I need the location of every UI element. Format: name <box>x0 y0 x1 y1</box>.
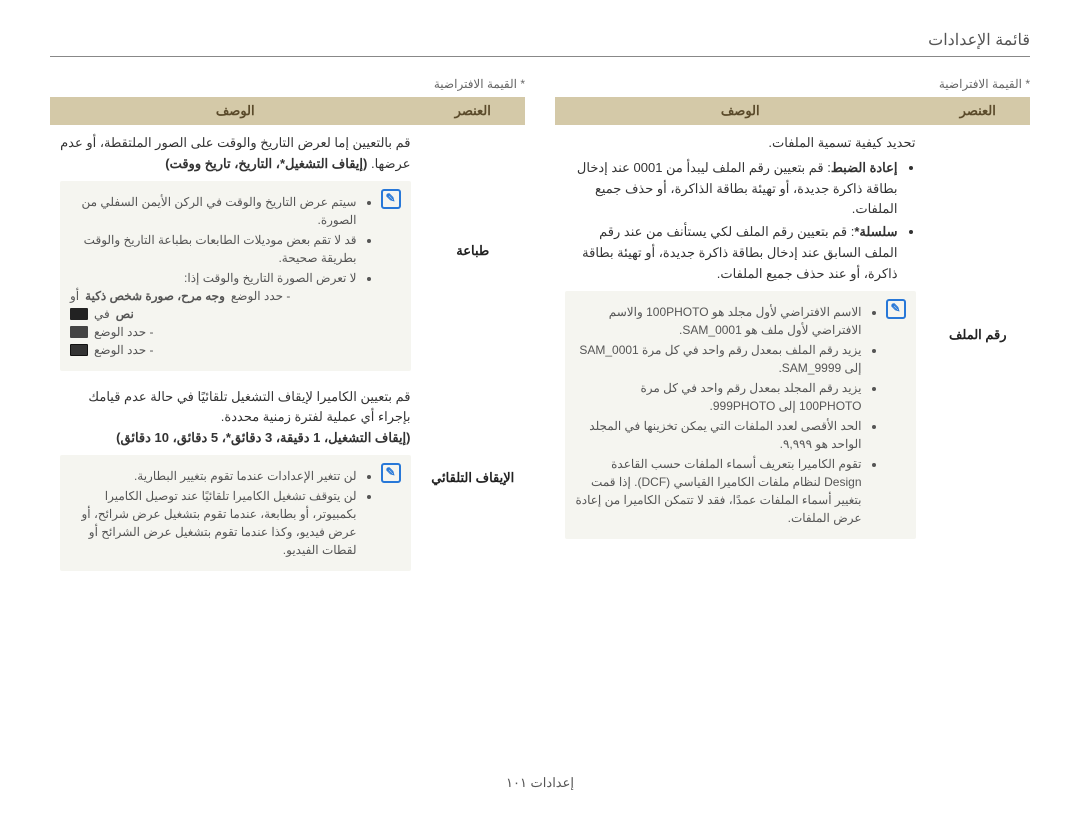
right-column: * القيمة الافتراضية العنصر الوصف رقم الم… <box>555 77 1030 579</box>
left-column: * القيمة الافتراضية العنصر الوصف طباعة ق… <box>50 77 525 579</box>
note-box: ✎ لن تتغير الإعدادات عندما تقوم بتغيير ا… <box>60 455 411 571</box>
note-item: الاسم الافتراضي لأول مجلد هو 100PHOTO وا… <box>575 303 862 339</box>
page-footer: إعدادات ١٠١ <box>0 775 1080 791</box>
note-item: الحد الأقصى لعدد الملفات التي يمكن تخزين… <box>575 417 862 453</box>
sub1-suffix: أو <box>70 287 79 305</box>
list-item: إعادة الضبط: قم بتعيين رقم الملف ليبدأ م… <box>565 158 898 220</box>
sub2-suffix: في <box>94 305 110 323</box>
mode-icon <box>70 344 88 356</box>
note-item: تقوم الكاميرا بتعريف أسماء الملفات حسب ا… <box>575 455 862 527</box>
default-value-label: * القيمة الافتراضية <box>555 77 1030 91</box>
info-icon: ✎ <box>886 299 906 319</box>
note-item: سيتم عرض التاريخ والوقت في الركن الأيمن … <box>70 193 357 229</box>
settings-table-left: العنصر الوصف طباعة قم بالتعيين إما لعرض … <box>50 97 525 579</box>
item-print: طباعة <box>421 125 526 379</box>
sub-line: - حدد الوضع وجه مرح، صورة شخص ذكية أو <box>70 287 357 305</box>
note-item: يزيد رقم الملف بمعدل رقم واحد في كل مرة … <box>575 341 862 377</box>
option-series-bold: سلسلة* <box>854 224 897 239</box>
note-text: لن تتغير الإعدادات عندما تقوم بتغيير الب… <box>70 463 373 563</box>
page-title: قائمة الإعدادات <box>50 30 1030 57</box>
sub-line: - حدد الوضع <box>70 323 357 341</box>
table-row: طباعة قم بالتعيين إما لعرض التاريخ والوق… <box>50 125 525 379</box>
desc-file-number: تحديد كيفية تسمية الملفات. إعادة الضبط: … <box>555 125 926 547</box>
note-item: قد لا تقم بعض موديلات الطابعات بطباعة ال… <box>70 231 357 267</box>
desc-auto-off-intro: قم بتعيين الكاميرا لإيقاف التشغيل تلقائي… <box>88 389 410 425</box>
note-item: يزيد رقم المجلد بمعدل رقم واحد في كل مرة… <box>575 379 862 415</box>
note-item: لن يتوقف تشغيل الكاميرا تلقائيًا عند توص… <box>70 487 357 559</box>
note-text: سيتم عرض التاريخ والوقت في الركن الأيمن … <box>70 189 373 363</box>
note-item: لن تتغير الإعدادات عندما تقوم بتغيير الب… <box>70 467 357 485</box>
info-icon: ✎ <box>381 189 401 209</box>
content-columns: * القيمة الافتراضية العنصر الوصف رقم الم… <box>50 77 1030 579</box>
desc-auto-off-options: (إيقاف التشغيل، 1 دقيقة، 3 دقائق*، 5 دقا… <box>60 428 411 449</box>
desc-print-options: (إيقاف التشغيل*، التاريخ، تاريخ ووقت) <box>165 156 367 171</box>
option-list: إعادة الضبط: قم بتعيين رقم الملف ليبدأ م… <box>565 158 916 285</box>
settings-table-right: العنصر الوصف رقم الملف تحديد كيفية تسمية… <box>555 97 1030 547</box>
header-desc: الوصف <box>50 97 421 125</box>
sub2-prefix: نص <box>116 305 134 323</box>
header-item: العنصر <box>421 97 526 125</box>
desc-intro: تحديد كيفية تسمية الملفات. <box>565 133 916 154</box>
list-item: سلسلة*: قم بتعيين رقم الملف لكي يستأنف م… <box>565 222 898 284</box>
desc-auto-off: قم بتعيين الكاميرا لإيقاف التشغيل تلقائي… <box>50 379 421 579</box>
sub1-prefix: - حدد الوضع <box>231 287 291 305</box>
table-header-row: العنصر الوصف <box>50 97 525 125</box>
table-header-row: العنصر الوصف <box>555 97 1030 125</box>
option-series-text: : قم بتعيين رقم الملف لكي يستأنف من عند … <box>582 224 897 281</box>
desc-print: قم بالتعيين إما لعرض التاريخ والوقت على … <box>50 125 421 379</box>
scene-icon <box>70 308 88 320</box>
header-desc: الوصف <box>555 97 926 125</box>
sub4-text: - حدد الوضع <box>94 341 154 359</box>
item-file-number: رقم الملف <box>926 125 1031 547</box>
header-item: العنصر <box>926 97 1031 125</box>
sub-line: نص في <box>70 305 357 323</box>
mode-icon <box>70 326 88 338</box>
item-auto-off: الإيقاف التلقائي <box>421 379 526 579</box>
note-box: ✎ الاسم الافتراضي لأول مجلد هو 100PHOTO … <box>565 291 916 539</box>
sub1-bold: وجه مرح، صورة شخص ذكية <box>85 287 225 305</box>
note3-intro: لا تعرض الصورة التاريخ والوقت إذا: <box>184 271 356 285</box>
sub-line: - حدد الوضع <box>70 341 357 359</box>
option-reset-bold: إعادة الضبط <box>831 160 898 175</box>
info-icon: ✎ <box>381 463 401 483</box>
table-row: الإيقاف التلقائي قم بتعيين الكاميرا لإيق… <box>50 379 525 579</box>
sub3-text: - حدد الوضع <box>94 323 154 341</box>
table-row: رقم الملف تحديد كيفية تسمية الملفات. إعا… <box>555 125 1030 547</box>
default-value-label: * القيمة الافتراضية <box>50 77 525 91</box>
note-text: الاسم الافتراضي لأول مجلد هو 100PHOTO وا… <box>575 299 878 531</box>
note-box: ✎ سيتم عرض التاريخ والوقت في الركن الأيم… <box>60 181 411 371</box>
note-item: لا تعرض الصورة التاريخ والوقت إذا: - حدد… <box>70 269 357 359</box>
